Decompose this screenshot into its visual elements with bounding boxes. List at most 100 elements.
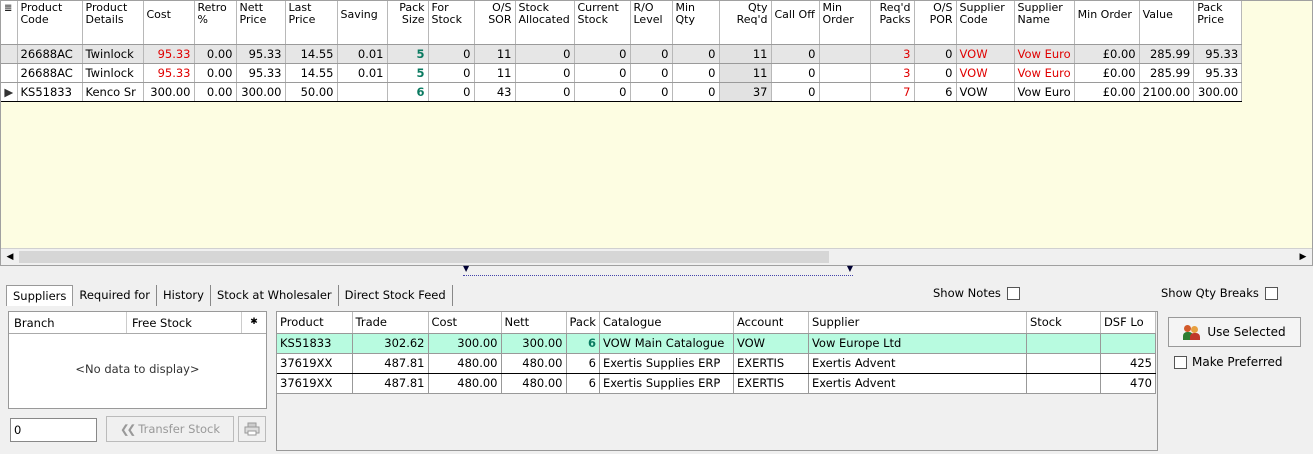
scrollbar-thumb[interactable] [19, 251, 829, 263]
column-options-icon[interactable]: ✱ [242, 312, 266, 333]
cell-last-price[interactable]: 14.55 [285, 63, 338, 83]
order-row[interactable]: 26688AC Twinlock 95.33 0.00 95.33 14.55 … [1, 44, 1243, 64]
cell-supplier[interactable]: Vow Europe Ltd [808, 333, 1027, 354]
cell-ro-level[interactable]: 0 [630, 81, 673, 102]
cell-os-por[interactable]: 0 [914, 44, 957, 64]
show-qty-breaks-toggle[interactable]: Show Qty Breaks [1161, 286, 1278, 300]
cell-product[interactable]: KS51833 [277, 333, 353, 354]
cell-for-stock[interactable]: 0 [428, 44, 475, 64]
cell-pack-size[interactable]: 5 [387, 44, 429, 64]
col-product[interactable]: Product [277, 312, 353, 334]
col-qty-reqd[interactable]: Qty Req'd [719, 1, 772, 45]
supplier-row[interactable]: 37619XX 487.81 480.00 480.00 6 Exertis S… [277, 352, 1156, 374]
col-last-price[interactable]: Last Price [285, 1, 338, 45]
cell-reqd-packs[interactable]: 3 [870, 63, 915, 83]
col-value[interactable]: Value [1139, 1, 1195, 45]
tab-suppliers[interactable]: Suppliers [6, 285, 74, 306]
cell-ro-level[interactable]: 0 [630, 63, 673, 83]
cell-saving[interactable] [337, 81, 388, 102]
cell-supplier-name[interactable]: Vow Euro [1014, 81, 1075, 102]
row-indicator[interactable] [1, 44, 18, 64]
cell-qty-reqd[interactable]: 37 [719, 81, 772, 102]
cell-product-code[interactable]: KS51833 [17, 81, 83, 102]
cell-cost[interactable]: 300.00 [143, 81, 195, 102]
cell-min-order-value[interactable]: £0.00 [1074, 44, 1140, 64]
cell-dsf-lo[interactable]: 425 [1100, 352, 1156, 374]
cell-product-details[interactable]: Kenco Sr [82, 81, 144, 102]
col-cost[interactable]: Cost [428, 312, 502, 334]
cell-nett[interactable]: 300.00 [501, 333, 567, 354]
cell-supplier-code[interactable]: VOW [956, 63, 1015, 83]
cell-retro[interactable]: 0.00 [194, 44, 237, 64]
supplier-row-selected[interactable]: KS51833 302.62 300.00 300.00 6 VOW Main … [277, 333, 1156, 354]
col-branch[interactable]: Branch [9, 312, 127, 333]
cell-os-sor[interactable]: 11 [474, 44, 516, 64]
col-call-off[interactable]: Call Off [771, 1, 820, 45]
cell-os-sor[interactable]: 43 [474, 81, 516, 102]
cell-account[interactable]: EXERTIS [733, 373, 809, 394]
cell-cost[interactable]: 480.00 [428, 373, 502, 394]
cell-min-qty[interactable]: 0 [672, 44, 720, 64]
col-dsf-lo[interactable]: DSF Lo [1100, 312, 1156, 334]
cell-dsf-lo[interactable] [1100, 333, 1156, 354]
tab-direct-stock-feed[interactable]: Direct Stock Feed [339, 285, 453, 306]
cell-supplier-code[interactable]: VOW [956, 81, 1015, 102]
cell-product-code[interactable]: 26688AC [17, 44, 83, 64]
supplier-row[interactable]: 37619XX 487.81 480.00 480.00 6 Exertis S… [277, 373, 1156, 394]
cell-cost[interactable]: 95.33 [143, 63, 195, 83]
cell-qty-reqd[interactable]: 11 [719, 63, 772, 83]
col-min-order-value[interactable]: Min Order [1074, 1, 1140, 45]
cell-pack-price[interactable]: 95.33 [1193, 44, 1243, 64]
col-nett-price[interactable]: Nett Price [236, 1, 286, 45]
cell-call-off[interactable]: 0 [771, 81, 820, 102]
cell-min-order[interactable] [819, 63, 871, 83]
cell-dsf-lo[interactable]: 470 [1100, 373, 1156, 394]
cell-reqd-packs[interactable]: 3 [870, 44, 915, 64]
cell-stock[interactable] [1026, 352, 1101, 374]
cell-cost[interactable]: 300.00 [428, 333, 502, 354]
cell-value[interactable]: 285.99 [1139, 44, 1195, 64]
column-chooser-icon[interactable]: ≣ [1, 1, 18, 45]
cell-saving[interactable]: 0.01 [337, 44, 388, 64]
cell-ro-level[interactable]: 0 [630, 44, 673, 64]
chevron-down-icon[interactable]: ▼ [847, 264, 853, 273]
cell-value[interactable]: 2100.00 [1139, 81, 1195, 102]
cell-nett[interactable]: 480.00 [501, 373, 567, 394]
cell-catalogue[interactable]: Exertis Supplies ERP [599, 373, 734, 394]
transfer-qty-input[interactable]: 0 [10, 418, 97, 442]
col-current-stock[interactable]: Current Stock [574, 1, 631, 45]
cell-account[interactable]: VOW [733, 333, 809, 354]
transfer-stock-button[interactable]: ❮❮ Transfer Stock [106, 416, 234, 442]
cell-trade[interactable]: 487.81 [352, 373, 429, 394]
cell-stock-allocated[interactable]: 0 [515, 81, 575, 102]
use-selected-button[interactable]: Use Selected [1168, 317, 1301, 347]
scroll-left-icon[interactable]: ◀ [2, 250, 18, 264]
col-stock-allocated[interactable]: Stock Allocated [515, 1, 575, 45]
cell-last-price[interactable]: 14.55 [285, 44, 338, 64]
cell-cost[interactable]: 480.00 [428, 352, 502, 374]
col-retro[interactable]: Retro % [194, 1, 237, 45]
cell-stock-allocated[interactable]: 0 [515, 44, 575, 64]
cell-for-stock[interactable]: 0 [428, 63, 475, 83]
col-stock[interactable]: Stock [1026, 312, 1101, 334]
col-pack-price[interactable]: Pack Price [1193, 1, 1243, 45]
tab-stock-at-wholesaler[interactable]: Stock at Wholesaler [211, 285, 339, 306]
col-free-stock[interactable]: Free Stock [127, 312, 242, 333]
cell-supplier-name[interactable]: Vow Euro [1014, 44, 1075, 64]
cell-min-qty[interactable]: 0 [672, 63, 720, 83]
cell-trade[interactable]: 487.81 [352, 352, 429, 374]
col-ro-level[interactable]: R/O Level [630, 1, 673, 45]
cell-stock-allocated[interactable]: 0 [515, 63, 575, 83]
cell-nett[interactable]: 480.00 [501, 352, 567, 374]
col-trade[interactable]: Trade [352, 312, 429, 334]
col-os-sor[interactable]: O/S SOR [474, 1, 516, 45]
order-row-focused[interactable]: ▶ KS51833 Kenco Sr 300.00 0.00 300.00 50… [1, 81, 1243, 102]
cell-nett-price[interactable]: 95.33 [236, 44, 286, 64]
cell-value[interactable]: 285.99 [1139, 63, 1195, 83]
cell-last-price[interactable]: 50.00 [285, 81, 338, 102]
col-min-order[interactable]: Min Order [819, 1, 871, 45]
order-row[interactable]: 26688AC Twinlock 95.33 0.00 95.33 14.55 … [1, 63, 1243, 83]
cell-pack[interactable]: 6 [566, 373, 600, 394]
cell-product[interactable]: 37619XX [277, 352, 353, 374]
cell-product-code[interactable]: 26688AC [17, 63, 83, 83]
